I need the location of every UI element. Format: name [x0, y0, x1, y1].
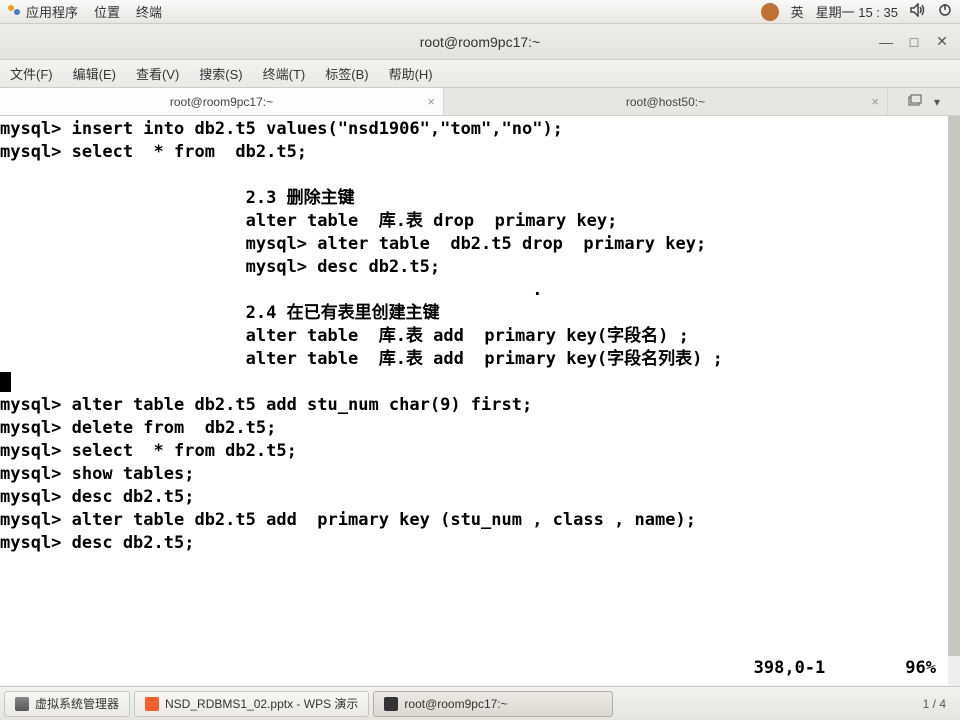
- terminal-menu-launcher[interactable]: 终端: [136, 2, 162, 21]
- terminal-line: mysql> desc db2.t5;: [0, 487, 194, 507]
- terminal-line: alter table 库.表 drop primary key;: [0, 211, 617, 231]
- terminal-scrollbar[interactable]: [948, 116, 960, 686]
- apps-icon: [8, 3, 22, 17]
- terminal-line: mysql> insert into db2.t5 values("nsd190…: [0, 119, 563, 139]
- window-controls: — □ ✕: [872, 30, 956, 54]
- terminal-line: mysql> select * from db2.t5;: [0, 142, 307, 162]
- close-tab-icon[interactable]: ×: [871, 94, 879, 109]
- window-title: root@room9pc17:~: [420, 34, 540, 50]
- scrollbar-thumb[interactable]: [948, 116, 960, 656]
- maximize-button[interactable]: □: [900, 30, 928, 54]
- wps-icon: [145, 697, 159, 711]
- sysbar-right-group: 英 星期一 15 : 35: [761, 2, 952, 21]
- taskbar-wps[interactable]: NSD_RDBMS1_02.pptx - WPS 演示: [134, 691, 369, 717]
- volume-icon[interactable]: [910, 3, 926, 20]
- applications-menu[interactable]: 应用程序: [8, 2, 78, 21]
- new-tab-icon[interactable]: [908, 94, 922, 109]
- minimize-button[interactable]: —: [872, 30, 900, 54]
- terminal-line: mysql> alter table db2.t5 add stu_num ch…: [0, 395, 532, 415]
- terminal-content[interactable]: mysql> insert into db2.t5 values("nsd190…: [0, 116, 960, 686]
- menu-terminal[interactable]: 终端(T): [259, 62, 310, 85]
- tabbar-controls: ▾: [888, 88, 960, 115]
- taskbar-terminal[interactable]: root@room9pc17:~: [373, 691, 613, 717]
- close-tab-icon[interactable]: ×: [427, 94, 435, 109]
- terminal-tabbar: root@room9pc17:~ × root@host50:~ × ▾: [0, 88, 960, 116]
- clock[interactable]: 星期一 15 : 35: [816, 2, 898, 21]
- terminal-line: mysql> select * from db2.t5;: [0, 441, 297, 461]
- terminal-line: 2.4 在已有表里创建主键: [0, 303, 440, 323]
- terminal-line: mysql> alter table db2.t5 drop primary k…: [0, 234, 706, 254]
- taskbar-label: NSD_RDBMS1_02.pptx - WPS 演示: [165, 695, 358, 712]
- menu-view[interactable]: 查看(V): [132, 62, 183, 85]
- taskbar-vm-manager[interactable]: 虚拟系统管理器: [4, 691, 130, 717]
- system-top-bar: 应用程序 位置 终端 英 星期一 15 : 35: [0, 0, 960, 24]
- menu-tabs[interactable]: 标签(B): [321, 62, 372, 85]
- vim-cursor: [0, 372, 11, 392]
- close-button[interactable]: ✕: [928, 30, 956, 54]
- workspace-indicator[interactable]: 1 / 4: [913, 697, 956, 711]
- places-menu[interactable]: 位置: [94, 2, 120, 21]
- power-icon[interactable]: [938, 3, 952, 20]
- taskbar-label: root@room9pc17:~: [404, 697, 507, 711]
- tab-label: root@host50:~: [626, 95, 705, 109]
- menu-file[interactable]: 文件(F): [6, 62, 57, 85]
- terminal-line: .: [0, 280, 542, 300]
- terminal-line: alter table 库.表 add primary key(字段名列表) ;: [0, 349, 723, 369]
- sysbar-left-group: 应用程序 位置 终端: [8, 2, 162, 21]
- cursor-position: 398,0-1: [754, 657, 826, 680]
- menubar: 文件(F) 编辑(E) 查看(V) 搜索(S) 终端(T) 标签(B) 帮助(H…: [0, 60, 960, 88]
- terminal-line: 2.3 删除主键: [0, 188, 355, 208]
- applications-label: 应用程序: [26, 5, 78, 20]
- vm-icon: [15, 697, 29, 711]
- taskbar-label: 虚拟系统管理器: [35, 695, 119, 712]
- terminal-line: mysql> desc db2.t5;: [0, 257, 440, 277]
- user-face-icon[interactable]: [761, 3, 779, 21]
- tab-host50[interactable]: root@host50:~ ×: [444, 88, 888, 115]
- terminal-line: alter table 库.表 add primary key(字段名) ;: [0, 326, 689, 346]
- terminal-line: mysql> desc db2.t5;: [0, 533, 194, 553]
- input-method-indicator[interactable]: 英: [791, 2, 804, 21]
- tab-room9pc17[interactable]: root@room9pc17:~ ×: [0, 88, 444, 115]
- bottom-taskbar: 虚拟系统管理器 NSD_RDBMS1_02.pptx - WPS 演示 root…: [0, 686, 960, 720]
- menu-edit[interactable]: 编辑(E): [69, 62, 120, 85]
- terminal-line: mysql> alter table db2.t5 add primary ke…: [0, 510, 696, 530]
- terminal-line: mysql> delete from db2.t5;: [0, 418, 276, 438]
- tab-menu-dropdown-icon[interactable]: ▾: [934, 95, 940, 109]
- vim-statusline: 398,0-1 96%: [0, 657, 936, 680]
- scroll-percentage: 96%: [905, 657, 936, 680]
- terminal-line: mysql> show tables;: [0, 464, 194, 484]
- menu-help[interactable]: 帮助(H): [385, 62, 437, 85]
- window-titlebar[interactable]: root@room9pc17:~ — □ ✕: [0, 24, 960, 60]
- terminal-icon: [384, 697, 398, 711]
- menu-search[interactable]: 搜索(S): [195, 62, 246, 85]
- tab-label: root@room9pc17:~: [170, 95, 273, 109]
